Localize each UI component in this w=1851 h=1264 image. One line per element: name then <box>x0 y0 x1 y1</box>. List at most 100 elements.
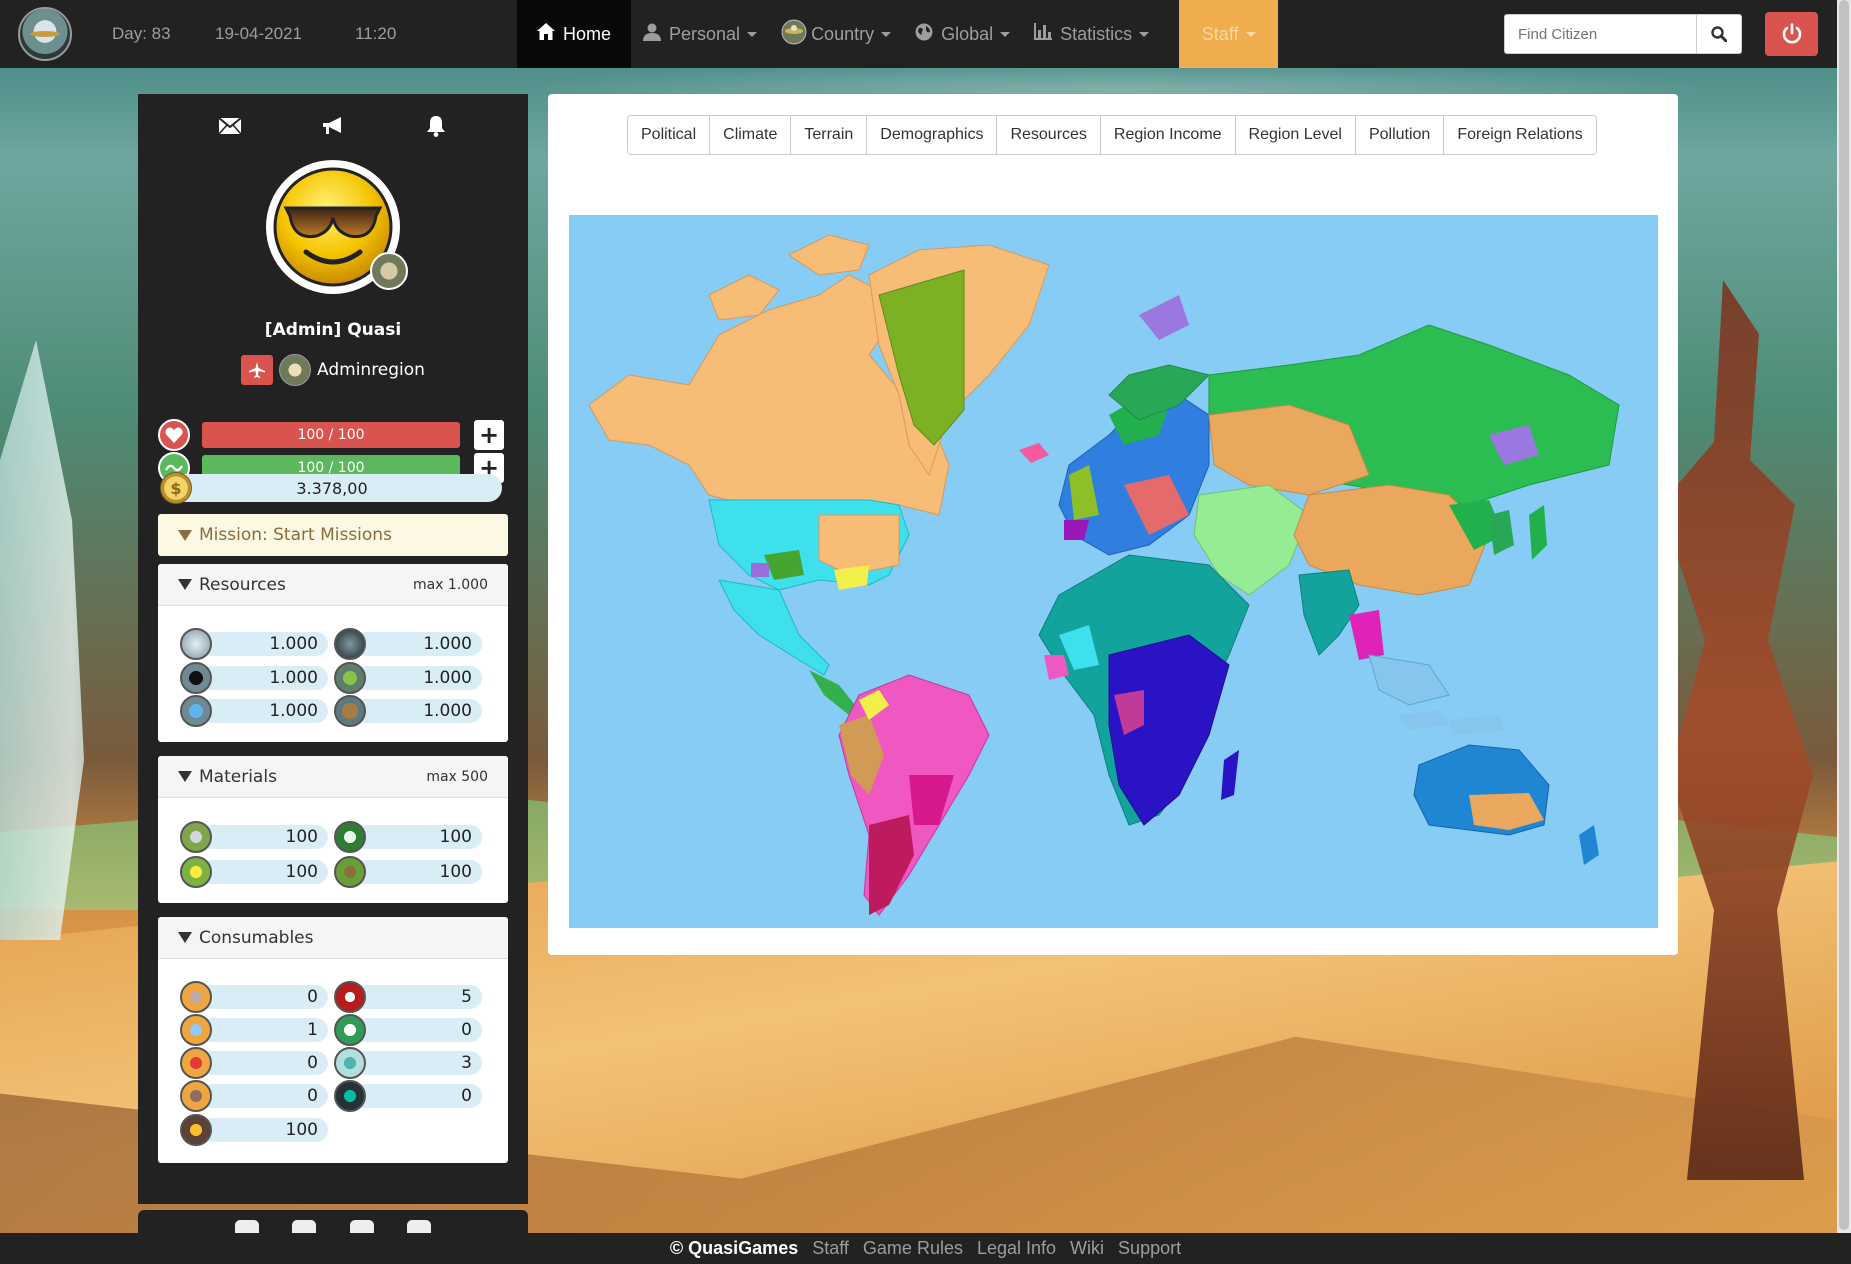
search-input[interactable] <box>1504 14 1697 54</box>
footer-link-staff[interactable]: Staff <box>812 1238 849 1259</box>
consumable-item[interactable]: 0 <box>334 1014 482 1046</box>
footer-link-wiki[interactable]: Wiki <box>1070 1238 1104 1259</box>
runner-icon <box>334 1080 366 1112</box>
resource-item[interactable]: 1.000 <box>180 695 328 727</box>
social-links <box>138 1210 528 1234</box>
resource-item[interactable]: 1.000 <box>180 628 328 660</box>
resource-item[interactable]: 1.000 <box>334 628 482 660</box>
consumable-value: 0 <box>200 985 328 1009</box>
tab-region-level[interactable]: Region Level <box>1235 116 1356 154</box>
mission-toggle[interactable]: Mission: Start Missions <box>158 514 508 556</box>
oil-icon <box>180 662 212 694</box>
game-logo[interactable] <box>18 7 72 61</box>
user-icon <box>643 23 662 46</box>
world-map-panel: Political Climate Terrain Demographics R… <box>548 94 1678 955</box>
consumable-value: 0 <box>354 1018 482 1042</box>
facebook-icon[interactable] <box>349 1220 374 1234</box>
tab-climate[interactable]: Climate <box>710 116 792 154</box>
tab-pollution[interactable]: Pollution <box>1355 116 1445 154</box>
nav-personal-label: Personal <box>669 23 741 44</box>
mission-label: Mission: Start Missions <box>199 525 392 545</box>
nav-personal[interactable]: Personal <box>631 0 769 68</box>
player-name[interactable]: [Admin] Quasi <box>138 320 528 340</box>
consumable-item[interactable]: 100 <box>180 1114 328 1146</box>
nav-country-label: Country <box>811 23 875 44</box>
resources-title: Resources <box>199 574 286 595</box>
main-menu: Home Personal Country Global Statistics <box>517 0 1279 68</box>
travel-button[interactable] <box>241 355 274 385</box>
consumable-item[interactable]: 1 <box>180 1014 328 1046</box>
globe-icon <box>915 23 933 46</box>
triangle-down-icon <box>178 529 192 541</box>
resource-value: 1.000 <box>354 632 482 656</box>
materials-title: Materials <box>199 766 277 787</box>
consumable-value: 5 <box>354 985 482 1009</box>
tab-resources[interactable]: Resources <box>997 116 1101 154</box>
reddit-icon[interactable] <box>292 1220 317 1234</box>
location-row: Adminregion <box>138 354 528 386</box>
resources-panel: Resources max 1.000 1.000 1.000 1.000 1.… <box>158 564 508 742</box>
footer: © QuasiGames Staff Game Rules Legal Info… <box>0 1233 1851 1264</box>
world-map[interactable] <box>569 215 1658 928</box>
nav-home[interactable]: Home <box>517 0 632 68</box>
chevron-down-icon <box>1139 31 1150 37</box>
discord-icon[interactable] <box>234 1220 259 1234</box>
nav-global[interactable]: Global <box>903 0 1022 68</box>
footer-link-game-rules[interactable]: Game Rules <box>863 1238 963 1259</box>
triangle-down-icon <box>178 578 192 590</box>
power-icon <box>1782 23 1801 44</box>
drink-icon <box>180 1047 212 1079</box>
page-scrollbar[interactable] <box>1837 0 1851 1233</box>
restore-health-button[interactable]: + <box>474 420 504 450</box>
messages-button[interactable] <box>216 112 244 140</box>
footer-link-legal-info[interactable]: Legal Info <box>977 1238 1056 1259</box>
top-navbar: Day: 83 19-04-2021 11:20 Home Personal C… <box>0 0 1851 68</box>
consumable-value: 0 <box>200 1084 328 1108</box>
money-value: 3.378,00 <box>296 478 368 498</box>
chevron-down-icon <box>747 31 758 37</box>
notifications-button[interactable] <box>422 112 450 140</box>
bell-icon <box>427 116 446 137</box>
nav-global-label: Global <box>941 23 994 44</box>
nav-statistics[interactable]: Statistics <box>1022 0 1161 68</box>
coin-stack-icon <box>180 1114 212 1146</box>
resource-item[interactable]: 1.000 <box>334 662 482 694</box>
material-item[interactable]: 100 <box>334 821 482 853</box>
material-item[interactable]: 100 <box>180 856 328 888</box>
consumable-item[interactable]: 0 <box>334 1080 482 1112</box>
consumable-item[interactable]: 0 <box>180 1080 328 1112</box>
consumable-item[interactable]: 0 <box>180 981 328 1013</box>
material-item[interactable]: 100 <box>180 821 328 853</box>
tab-terrain[interactable]: Terrain <box>791 116 868 154</box>
consumable-item[interactable]: 3 <box>334 1047 482 1079</box>
resource-item[interactable]: 1.000 <box>334 695 482 727</box>
country-badge-icon <box>370 252 408 290</box>
coal-icon <box>334 628 366 660</box>
plant-icon <box>334 662 366 694</box>
tab-foreign-relations[interactable]: Foreign Relations <box>1444 116 1596 154</box>
region-name[interactable]: Adminregion <box>317 360 425 380</box>
food-material-icon <box>334 856 366 888</box>
twitter-icon[interactable] <box>407 1220 432 1234</box>
nav-staff[interactable]: Staff <box>1179 0 1279 68</box>
game-day: Day: 83 <box>112 24 171 43</box>
search-icon <box>1711 26 1727 42</box>
resource-item[interactable]: 1.000 <box>180 662 328 694</box>
consumables-header[interactable]: Consumables <box>158 917 508 959</box>
materials-header[interactable]: Materials max 500 <box>158 756 508 798</box>
footer-link-support[interactable]: Support <box>1118 1238 1181 1259</box>
logout-button[interactable] <box>1765 12 1818 56</box>
materials-max: max 500 <box>426 768 488 785</box>
consumable-item[interactable]: 5 <box>334 981 482 1013</box>
nav-country[interactable]: Country <box>769 0 903 68</box>
announcements-button[interactable] <box>319 112 347 140</box>
material-item[interactable]: 100 <box>334 856 482 888</box>
tab-region-income[interactable]: Region Income <box>1100 116 1236 154</box>
tab-demographics[interactable]: Demographics <box>867 116 998 154</box>
resources-header[interactable]: Resources max 1.000 <box>158 564 508 606</box>
search-button[interactable] <box>1697 14 1742 54</box>
resource-value: 1.000 <box>200 632 328 656</box>
consumable-item[interactable]: 0 <box>180 1047 328 1079</box>
tab-political[interactable]: Political <box>628 116 711 154</box>
consumable-value: 0 <box>200 1051 328 1075</box>
